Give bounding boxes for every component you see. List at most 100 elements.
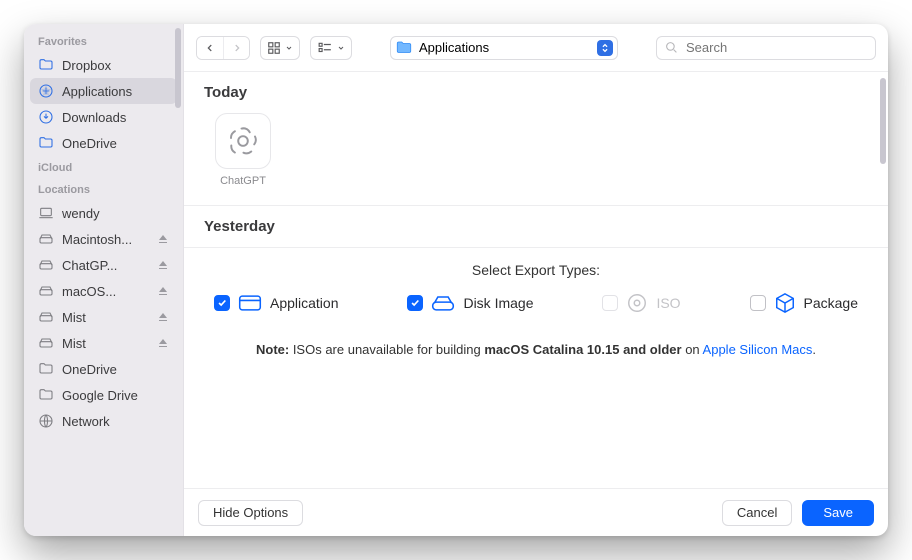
sidebar-item-mist-2[interactable]: Mist (30, 330, 177, 356)
globe-icon (38, 413, 54, 429)
option-label: ISO (656, 295, 680, 311)
search-field[interactable] (656, 36, 876, 60)
finder-sidebar: Favorites Dropbox Applications Downloads… (24, 24, 184, 536)
chatgpt-app-icon (215, 113, 271, 169)
checkbox-icon[interactable] (750, 295, 766, 311)
export-opt-package[interactable]: Package (750, 292, 858, 314)
sidebar-scrollbar[interactable] (175, 28, 181, 108)
sidebar-item-onedrive-loc[interactable]: OneDrive (30, 356, 177, 382)
content-scrollbar[interactable] (880, 78, 886, 164)
back-button[interactable] (197, 37, 223, 59)
sidebar-item-label: Dropbox (62, 58, 111, 73)
toolbar: Applications (184, 24, 888, 72)
cancel-button[interactable]: Cancel (722, 500, 792, 526)
sidebar-item-wendy[interactable]: wendy (30, 200, 177, 226)
sidebar-section-icloud: iCloud (30, 156, 177, 178)
dialog-footer: Hide Options Cancel Save (184, 488, 888, 536)
save-dialog-window: Favorites Dropbox Applications Downloads… (24, 24, 888, 536)
option-label: Package (804, 295, 858, 311)
sidebar-section-favorites: Favorites (30, 30, 177, 52)
search-input[interactable] (684, 39, 867, 56)
disk-icon (38, 309, 54, 325)
sidebar-item-label: Downloads (62, 110, 126, 125)
sidebar-item-network[interactable]: Network (30, 408, 177, 434)
export-panel: Select Export Types: Application Disk Im… (184, 248, 888, 324)
eject-icon[interactable] (157, 233, 169, 245)
disk-icon (38, 335, 54, 351)
export-opt-application[interactable]: Application (214, 292, 339, 314)
export-note: Note: ISOs are unavailable for building … (184, 324, 888, 371)
eject-icon[interactable] (157, 311, 169, 323)
section-heading: Yesterday (184, 206, 888, 247)
option-label: Disk Image (463, 295, 533, 311)
sidebar-item-label: ChatGP... (62, 258, 117, 273)
export-title: Select Export Types: (204, 262, 868, 278)
applications-icon (38, 83, 54, 99)
sidebar-item-label: macOS... (62, 284, 116, 299)
folder-icon (38, 361, 54, 377)
sidebar-item-label: Google Drive (62, 388, 138, 403)
sidebar-item-label: Applications (62, 84, 132, 99)
sidebar-item-chatgpt-disk[interactable]: ChatGP... (30, 252, 177, 278)
sidebar-item-label: wendy (62, 206, 100, 221)
group-button[interactable] (310, 36, 352, 60)
updown-icon (597, 40, 613, 56)
main-panel: Applications Today Chat (184, 24, 888, 536)
eject-icon[interactable] (157, 337, 169, 349)
package-icon (774, 292, 796, 314)
sidebar-item-label: OneDrive (62, 136, 117, 151)
sidebar-item-onedrive[interactable]: OneDrive (30, 130, 177, 156)
file-name: ChatGPT (220, 175, 266, 187)
export-opt-diskimage[interactable]: Disk Image (407, 292, 533, 314)
nav-back-forward (196, 36, 250, 60)
sidebar-section-locations: Locations (30, 178, 177, 200)
app-icon (238, 293, 262, 313)
view-icons-button[interactable] (260, 36, 300, 60)
folder-icon (38, 57, 54, 73)
section-yesterday: Yesterday (184, 206, 888, 248)
disk-icon (38, 257, 54, 273)
disk-icon (38, 283, 54, 299)
location-label: Applications (419, 40, 591, 55)
sidebar-item-label: OneDrive (62, 362, 117, 377)
location-dropdown[interactable]: Applications (390, 36, 618, 60)
sidebar-item-label: Macintosh... (62, 232, 132, 247)
search-icon (665, 41, 678, 54)
diskimage-icon (431, 293, 455, 313)
sidebar-item-downloads[interactable]: Downloads (30, 104, 177, 130)
sidebar-item-googledrive[interactable]: Google Drive (30, 382, 177, 408)
eject-icon[interactable] (157, 285, 169, 297)
checkbox-icon[interactable] (214, 295, 230, 311)
forward-button[interactable] (223, 37, 249, 59)
apple-silicon-link[interactable]: Apple Silicon Macs (703, 342, 813, 357)
chevron-down-icon (285, 44, 293, 52)
folder-icon (38, 387, 54, 403)
chevron-down-icon (337, 44, 345, 52)
hide-options-button[interactable]: Hide Options (198, 500, 303, 526)
sidebar-item-label: Mist (62, 310, 86, 325)
sidebar-item-applications[interactable]: Applications (30, 78, 177, 104)
iso-icon (626, 292, 648, 314)
sidebar-item-dropbox[interactable]: Dropbox (30, 52, 177, 78)
content-area: Today ChatGPT Yesterday Select Exp (184, 72, 888, 488)
folder-icon (395, 39, 413, 57)
section-heading: Today (184, 72, 888, 113)
save-button[interactable]: Save (802, 500, 874, 526)
folder-icon (38, 135, 54, 151)
sidebar-item-label: Mist (62, 336, 86, 351)
download-icon (38, 109, 54, 125)
eject-icon[interactable] (157, 259, 169, 271)
checkbox-icon[interactable] (407, 295, 423, 311)
sidebar-item-mist-1[interactable]: Mist (30, 304, 177, 330)
sidebar-item-macos-disk[interactable]: macOS... (30, 278, 177, 304)
section-today: Today ChatGPT (184, 72, 888, 206)
option-label: Application (270, 295, 339, 311)
sidebar-item-label: Network (62, 414, 110, 429)
disk-icon (38, 231, 54, 247)
laptop-icon (38, 205, 54, 221)
export-opt-iso: ISO (602, 292, 680, 314)
checkbox-icon (602, 295, 618, 311)
file-tile-chatgpt[interactable]: ChatGPT (204, 113, 282, 187)
note-prefix: Note: (256, 342, 289, 357)
sidebar-item-macintosh[interactable]: Macintosh... (30, 226, 177, 252)
